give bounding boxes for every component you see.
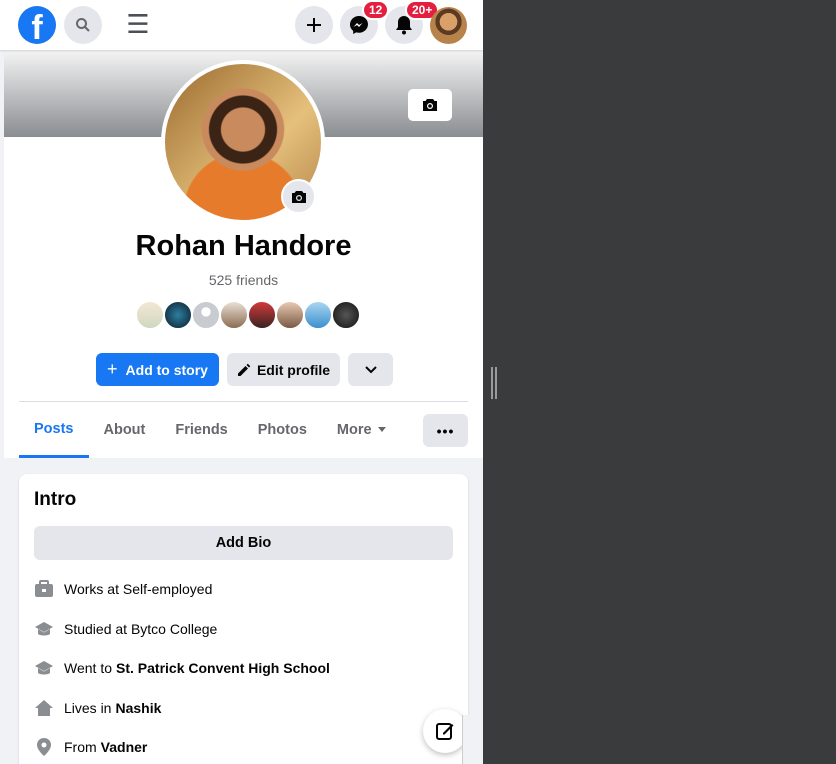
edit-cover-photo-button[interactable] (408, 89, 452, 121)
edit-profile-button[interactable]: Edit profile (227, 353, 340, 386)
friend-avatar[interactable] (191, 300, 221, 330)
profile-tabs: Posts About Friends Photos More (19, 402, 401, 458)
search-button[interactable] (64, 6, 102, 44)
add-to-story-button[interactable]: + Add to story (96, 353, 219, 386)
tab-posts[interactable]: Posts (19, 402, 89, 458)
chevron-down-icon (364, 365, 377, 373)
profile-header-card: Rohan Handore 525 friends + Add to story… (4, 50, 483, 458)
edit-profile-picture-button[interactable] (281, 179, 316, 214)
more-options-dropdown[interactable] (348, 353, 393, 386)
tab-friends[interactable]: Friends (160, 402, 242, 458)
more-actions-button[interactable]: ••• (423, 414, 468, 447)
compose-icon (436, 723, 454, 740)
compose-post-button[interactable] (423, 709, 467, 753)
intro-item-link[interactable]: St. Patrick Convent High School (116, 660, 330, 676)
caret-down-icon (377, 427, 386, 432)
resize-handle[interactable] (491, 367, 497, 399)
profile-actions: + Add to story Edit profile (96, 353, 393, 386)
messenger-badge: 12 (362, 0, 390, 20)
intro-item-link[interactable]: Nashik (115, 700, 161, 716)
plus-icon (307, 18, 321, 32)
graduation-cap-icon (34, 619, 54, 639)
intro-item-from: From Vadner (34, 737, 147, 757)
profile-name: Rohan Handore (135, 230, 352, 262)
account-avatar[interactable] (430, 7, 467, 44)
friend-avatar[interactable] (219, 300, 249, 330)
friend-avatar[interactable] (135, 300, 165, 330)
friend-avatars-row (135, 300, 361, 330)
camera-icon (291, 190, 306, 203)
tab-photos[interactable]: Photos (243, 402, 322, 458)
menu-button[interactable]: ☰ (124, 10, 152, 40)
edit-profile-label: Edit profile (256, 361, 331, 378)
friend-avatar[interactable] (303, 300, 333, 330)
notifications-button[interactable]: 20+ (385, 0, 440, 44)
briefcase-icon (34, 579, 54, 599)
intro-item-text: From (64, 739, 97, 755)
home-icon (34, 698, 54, 718)
pencil-icon (237, 363, 251, 376)
mobile-viewport: f ☰ 12 20+ Rohan Handore 525 friends + A… (0, 0, 483, 764)
create-button[interactable] (295, 6, 333, 44)
top-navigation-bar: f ☰ 12 20+ (0, 0, 483, 50)
tab-more[interactable]: More (322, 402, 401, 458)
intro-item-text: Studied at Bytco College (64, 621, 218, 637)
friend-avatar[interactable] (247, 300, 277, 330)
side-panel-tab[interactable] (462, 715, 483, 764)
intro-item-text: Went to (64, 660, 112, 676)
add-to-story-label: Add to story (125, 361, 208, 378)
friend-avatar[interactable] (163, 300, 193, 330)
friend-avatar[interactable] (331, 300, 361, 330)
tab-about[interactable]: About (89, 402, 161, 458)
intro-item-text: Lives in (64, 700, 112, 716)
intro-item-lives: Lives in Nashik (34, 698, 161, 718)
resize-grip-line (491, 367, 493, 399)
intro-item-work: Works at Self-employed (34, 579, 212, 599)
intro-item-link[interactable]: Vadner (101, 739, 148, 755)
camera-icon (423, 99, 437, 111)
intro-item-text: Works at Self-employed (64, 581, 213, 597)
tab-more-label: More (336, 422, 372, 438)
intro-item-college: Studied at Bytco College (34, 619, 217, 639)
intro-title: Intro (34, 489, 77, 510)
friends-count[interactable]: 525 friends (4, 272, 483, 288)
resize-grip-line (495, 367, 497, 399)
graduation-cap-icon (34, 658, 54, 678)
location-pin-icon (34, 737, 54, 757)
friend-avatar[interactable] (275, 300, 305, 330)
plus-icon: + (107, 359, 118, 379)
messenger-button[interactable]: 12 (340, 0, 390, 44)
add-bio-button[interactable]: Add Bio (34, 526, 453, 560)
facebook-logo[interactable]: f (18, 6, 56, 44)
search-icon (76, 18, 90, 32)
intro-card: Intro Add Bio Works at Self-employed Stu… (19, 474, 468, 764)
intro-item-school: Went to St. Patrick Convent High School (34, 658, 330, 678)
